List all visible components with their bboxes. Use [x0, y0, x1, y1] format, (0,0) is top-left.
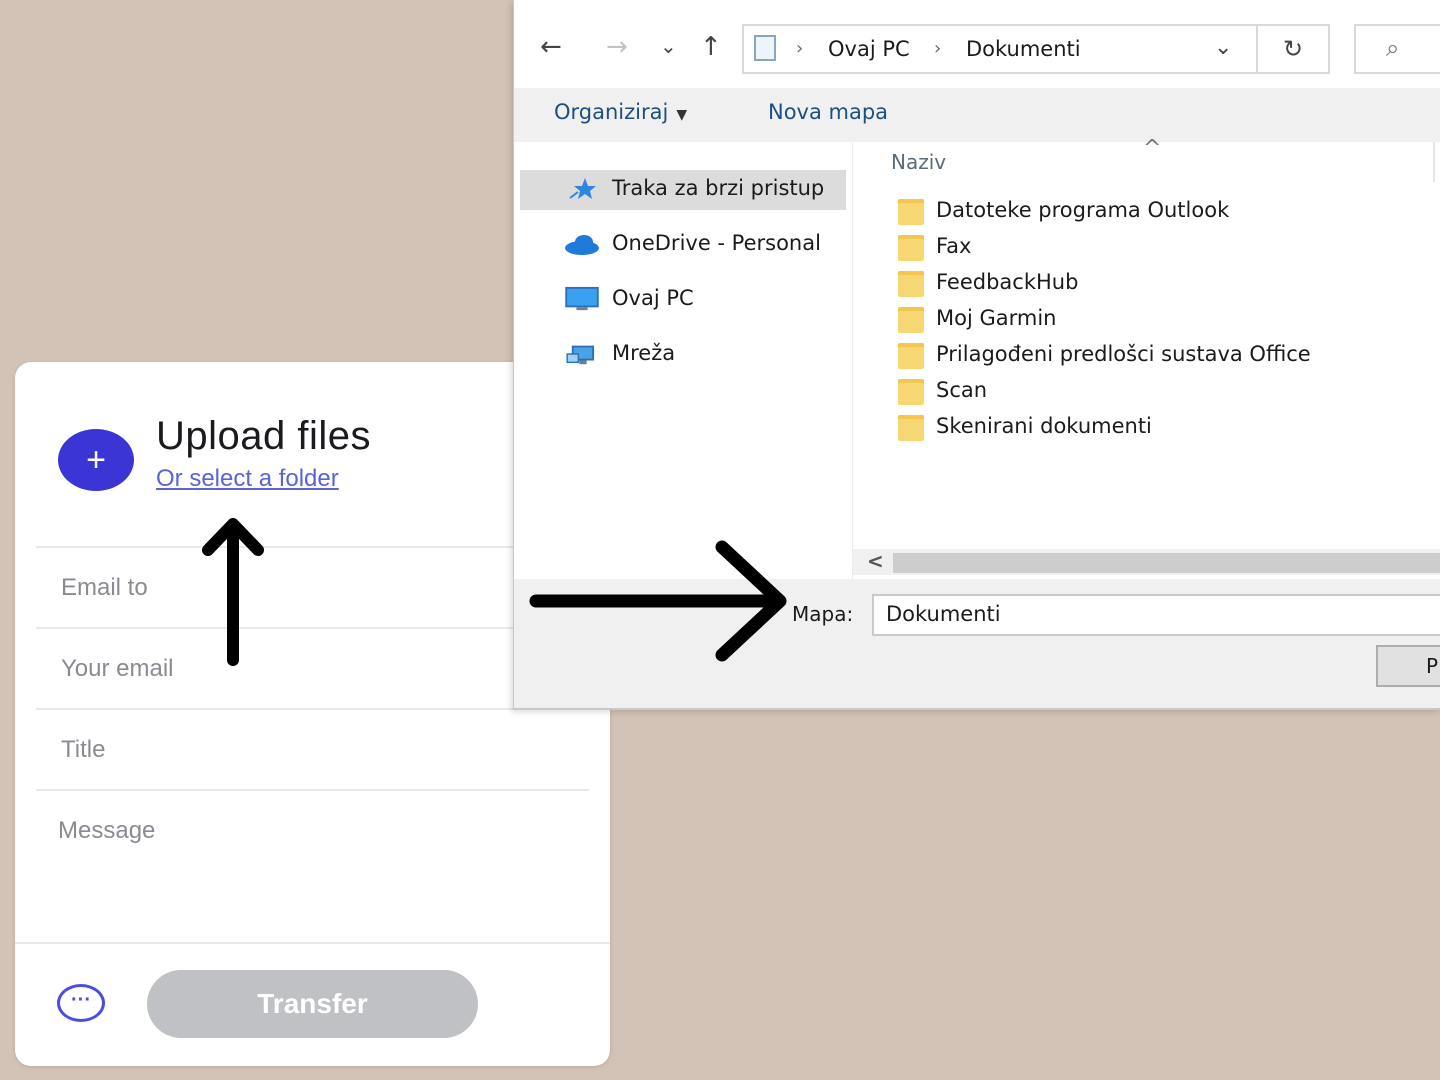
divider	[36, 789, 589, 791]
scrollbar-thumb[interactable]	[893, 553, 1440, 573]
list-item-label: FeedbackHub	[936, 270, 1079, 294]
breadcrumb-ovaj-pc[interactable]: Ovaj PC	[828, 37, 910, 61]
organize-menu[interactable]: Organiziraj ▼	[554, 100, 687, 124]
nav-item-label: OneDrive - Personal	[612, 231, 821, 255]
network-icon	[566, 345, 595, 365]
add-files-button[interactable]: +	[58, 429, 134, 491]
address-dropdown-icon[interactable]: ⌄	[1214, 35, 1232, 60]
breadcrumb-separator: ›	[796, 38, 804, 59]
nav-item-onedrive[interactable]: OneDrive - Personal	[520, 225, 846, 265]
breadcrumb-separator: ›	[934, 38, 942, 59]
address-bar-area: ← → ⌄ ↑ › Ovaj PC › Dokumenti ⌄ ↻ ⌕	[514, 0, 1440, 88]
back-button[interactable]: ←	[540, 32, 562, 62]
nav-item-label: Traka za brzi pristup	[612, 176, 825, 200]
upload-title[interactable]: Upload files	[156, 414, 371, 459]
star-icon	[569, 178, 596, 199]
address-bar[interactable]: › Ovaj PC › Dokumenti ⌄	[742, 24, 1258, 74]
list-item-label: Fax	[936, 234, 972, 258]
divider	[15, 942, 610, 944]
navigation-pane: Traka za brzi pristup OneDrive - Persona…	[514, 142, 852, 579]
scroll-left-icon[interactable]: <	[867, 549, 884, 573]
title-field[interactable]: Title	[61, 736, 105, 764]
divider	[36, 708, 589, 710]
folder-icon	[898, 379, 924, 405]
search-input[interactable]: ⌕	[1354, 24, 1440, 74]
more-options-button[interactable]: ···	[57, 984, 105, 1022]
select-folder-link[interactable]: Or select a folder	[156, 465, 339, 493]
forward-button[interactable]: →	[606, 32, 628, 62]
transfer-button[interactable]: Transfer	[147, 970, 478, 1038]
folder-icon	[898, 343, 924, 369]
folder-icon	[898, 199, 924, 225]
cloud-icon	[565, 235, 599, 255]
dialog-toolbar: Organiziraj ▼ Nova mapa	[514, 88, 1440, 142]
up-button[interactable]: ↑	[700, 32, 722, 62]
column-separator[interactable]	[1433, 142, 1435, 182]
email-to-field[interactable]: Email to	[61, 574, 148, 602]
nav-item-network[interactable]: Mreža	[520, 335, 846, 375]
select-folder-button[interactable]: P	[1376, 645, 1440, 687]
file-list-pane: Naziv ^ Datoteke programa Outlook Fax Fe…	[852, 136, 1440, 579]
your-email-field[interactable]: Your email	[61, 655, 174, 683]
refresh-button[interactable]: ↻	[1258, 24, 1330, 74]
nav-item-label: Ovaj PC	[612, 286, 694, 310]
recent-locations-button[interactable]: ⌄	[660, 34, 677, 58]
horizontal-scrollbar[interactable]: <	[853, 549, 1440, 575]
list-item-label: Prilagođeni predlošci sustava Office	[936, 342, 1311, 366]
divider	[36, 546, 589, 548]
divider	[36, 627, 589, 629]
list-item-label: Moj Garmin	[936, 306, 1057, 330]
caret-down-icon: ▼	[676, 107, 688, 123]
column-header-name[interactable]: Naziv	[891, 150, 946, 174]
list-item-label: Skenirani dokumenti	[936, 414, 1152, 438]
message-field[interactable]: Message	[58, 817, 155, 845]
folder-name-input[interactable]: Dokumenti	[872, 594, 1440, 636]
nav-item-quick-access[interactable]: Traka za brzi pristup	[520, 170, 846, 210]
monitor-icon	[565, 286, 599, 311]
nav-item-label: Mreža	[612, 341, 676, 365]
folder-icon	[898, 271, 924, 297]
annotation-arrow-right-icon	[529, 540, 787, 662]
folder-icon	[898, 307, 924, 333]
folder-icon	[898, 415, 924, 441]
folder-icon	[898, 235, 924, 261]
list-item-label: Datoteke programa Outlook	[936, 198, 1230, 222]
sort-ascending-icon: ^	[1143, 136, 1162, 161]
annotation-arrow-up-icon	[202, 518, 264, 666]
list-item-label: Scan	[936, 378, 988, 402]
nav-item-this-pc[interactable]: Ovaj PC	[520, 280, 846, 320]
organize-label: Organiziraj	[554, 100, 669, 124]
document-icon	[754, 35, 776, 61]
new-folder-button[interactable]: Nova mapa	[768, 100, 888, 124]
folder-field-label: Mapa:	[792, 602, 854, 626]
breadcrumb-dokumenti[interactable]: Dokumenti	[966, 37, 1081, 61]
